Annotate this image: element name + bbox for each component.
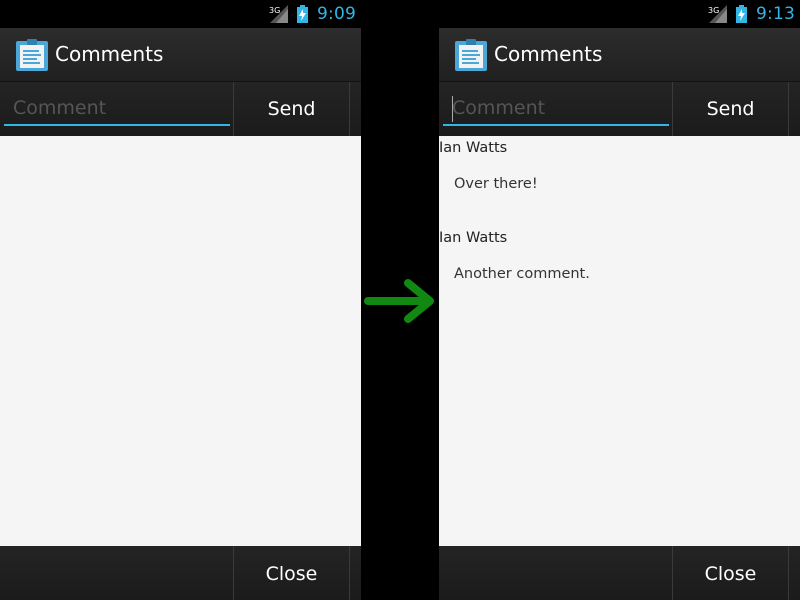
screenshot-before: 3G 9:09 Comments Send Close: [0, 0, 361, 600]
status-time: 9:13: [756, 4, 795, 24]
comment-author: Ian Watts: [439, 140, 508, 156]
status-bar: 3G 9:09: [0, 0, 361, 28]
list-item: Ian Watts Another comment.: [439, 226, 800, 316]
divider: [349, 82, 350, 136]
battery-icon: [736, 5, 747, 23]
signal-icon: 3G: [269, 5, 288, 23]
comment-compose-bar: Send: [0, 82, 361, 136]
status-bar: 3G 9:13: [439, 0, 800, 28]
clipboard-icon[interactable]: [15, 38, 49, 72]
divider: [788, 546, 789, 600]
svg-text:3G: 3G: [708, 6, 719, 15]
divider: [788, 82, 789, 136]
footer-bar: Close: [0, 546, 361, 600]
comment-input[interactable]: [443, 92, 669, 126]
send-button[interactable]: Send: [673, 82, 788, 136]
signal-icon: 3G: [708, 5, 727, 23]
action-bar: Comments: [439, 28, 800, 82]
list-item: Ian Watts Over there!: [439, 136, 800, 226]
comment-list[interactable]: [0, 136, 361, 546]
comment-text: Over there!: [454, 176, 538, 192]
right-arrow-icon: [364, 279, 434, 323]
comment-compose-bar: Send: [439, 82, 800, 136]
comment-input[interactable]: [4, 92, 230, 126]
text-cursor: [452, 96, 453, 122]
battery-icon: [297, 5, 308, 23]
page-title: Comments: [494, 42, 603, 66]
screenshot-after: 3G 9:13 Comments Send Ian Watts Ove: [439, 0, 800, 600]
comment-list[interactable]: Ian Watts Over there! Ian Watts Another …: [439, 136, 800, 546]
clipboard-icon[interactable]: [454, 38, 488, 72]
comment-text: Another comment.: [454, 266, 590, 282]
action-bar: Comments: [0, 28, 361, 82]
svg-text:3G: 3G: [269, 6, 280, 15]
divider: [349, 546, 350, 600]
send-button[interactable]: Send: [234, 82, 349, 136]
page-title: Comments: [55, 42, 164, 66]
close-button[interactable]: Close: [673, 546, 788, 600]
close-button[interactable]: Close: [234, 546, 349, 600]
comment-author: Ian Watts: [439, 230, 508, 246]
footer-bar: Close: [439, 546, 800, 600]
status-time: 9:09: [317, 4, 356, 24]
